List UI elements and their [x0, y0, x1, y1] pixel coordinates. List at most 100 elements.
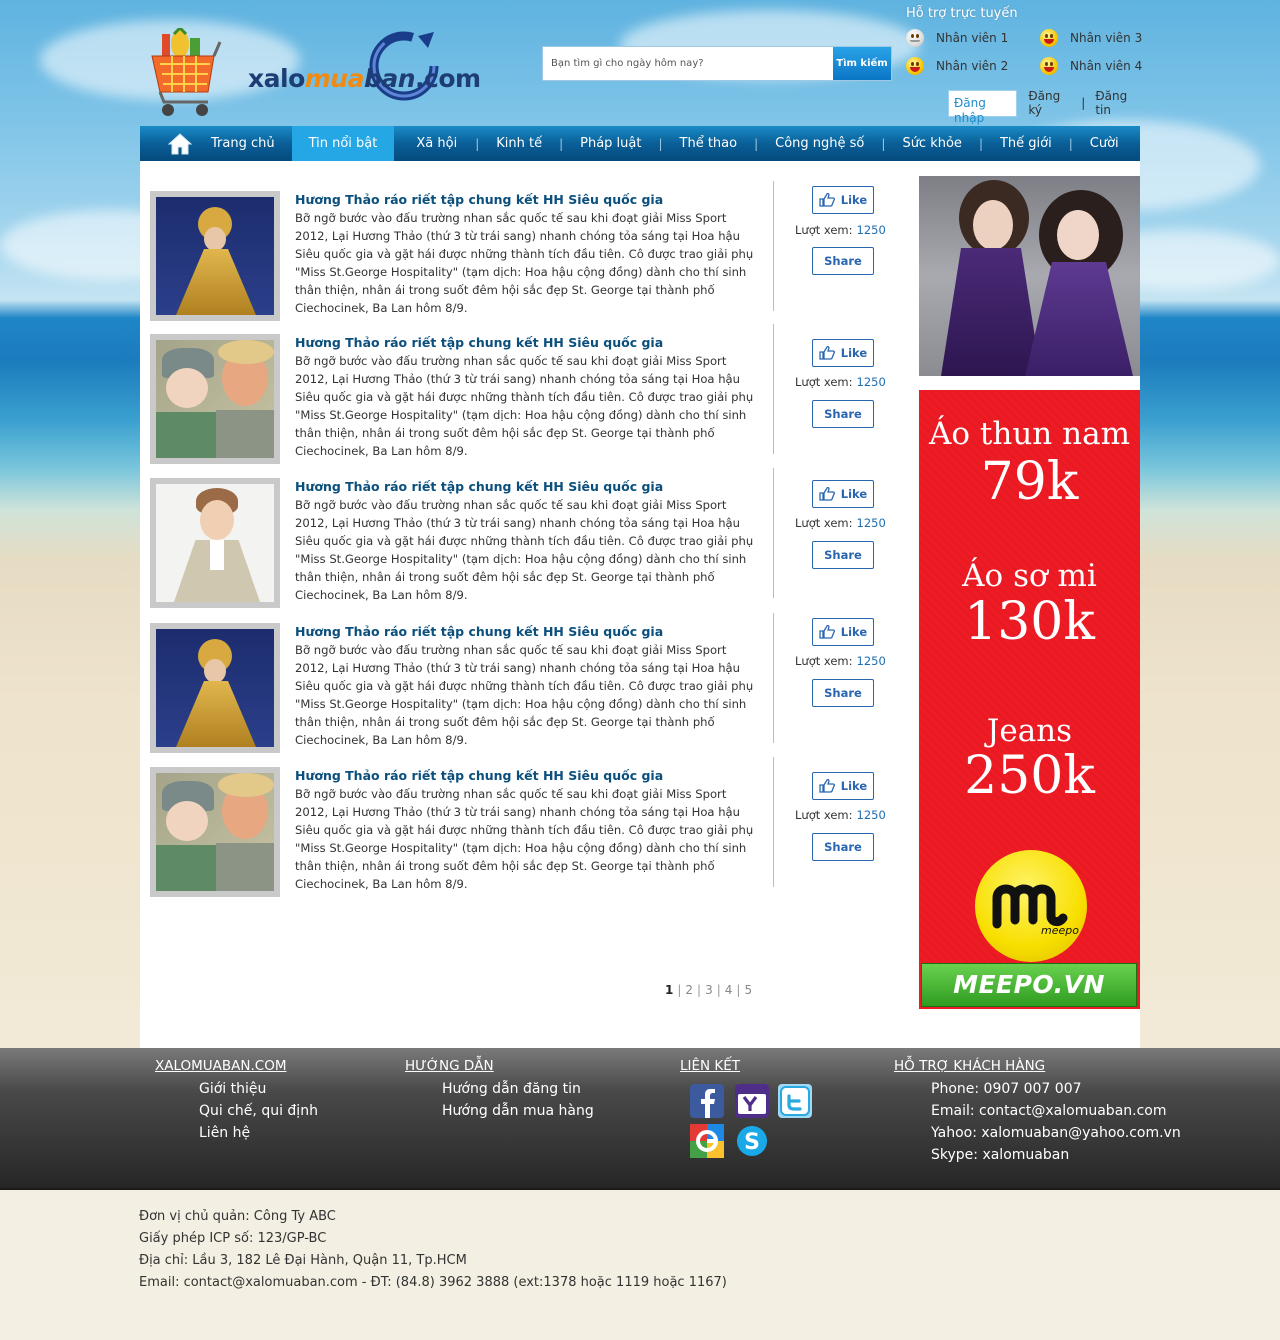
share-button[interactable]: Share [812, 679, 874, 707]
page-link[interactable]: 5 [744, 983, 752, 997]
article-thumbnail[interactable] [150, 478, 280, 608]
register-link[interactable]: Đăng ký [1028, 89, 1071, 117]
ad-price: 130k [964, 592, 1095, 652]
site-logo[interactable]: xalomuaban.com [150, 24, 481, 120]
home-icon[interactable] [159, 126, 201, 161]
footer-col-support: HỖ TRỢ KHÁCH HÀNG Phone: 0907 007 007 Em… [894, 1058, 1181, 1166]
nav-economy[interactable]: Kinh tế [479, 126, 559, 161]
ad-text: Áo thun nam [929, 416, 1130, 452]
nav-home[interactable]: Trang chủ [201, 126, 292, 161]
main-nav: Trang chủ Tin nổi bật Xã hội | Kinh tế |… [140, 126, 1140, 161]
article-thumbnail[interactable] [150, 767, 280, 897]
skype-icon[interactable]: S [735, 1124, 769, 1158]
ao-dai-photo [156, 197, 274, 315]
footer-link[interactable]: Giới thiệu [199, 1078, 318, 1100]
company-address: Địa chỉ: Lầu 3, 182 Lê Đại Hành, Quận 11… [139, 1253, 467, 1268]
footer-heading: XALOMUABAN.COM [155, 1058, 287, 1074]
nav-health[interactable]: Sức khỏe [885, 126, 979, 161]
page-link[interactable]: 4 [725, 983, 733, 997]
search-input[interactable] [543, 47, 833, 80]
article-item: Hương Thảo ráo riết tập chung kết HH Siê… [150, 757, 910, 907]
auth-links: Đăng nhập Đăng ký | Đăng tin [948, 89, 1140, 125]
yahoo-status-offline-icon [906, 29, 924, 47]
footer-link[interactable]: Liên hệ [199, 1122, 318, 1144]
nav-technology[interactable]: Công nghệ số [758, 126, 881, 161]
article-thumbnail[interactable] [150, 191, 280, 321]
ad-price: 79k [980, 452, 1079, 512]
nav-funny[interactable]: Cười [1073, 126, 1136, 161]
staff-name: Nhân viên 3 [1070, 31, 1143, 45]
page-link[interactable]: 1 [665, 983, 673, 997]
like-label: Like [840, 779, 868, 793]
nav-society[interactable]: Xã hội [394, 126, 475, 161]
footer-link[interactable]: Hướng dẫn đăng tin [442, 1078, 594, 1100]
divider [773, 468, 774, 598]
company-owner: Đơn vị chủ quản: Công Ty ABC [139, 1209, 336, 1224]
like-button[interactable]: Like [812, 480, 874, 508]
article-summary: Bỡ ngỡ bước vào đấu trường nhan sắc quốc… [295, 354, 754, 458]
auth-separator: | [1081, 96, 1086, 110]
article-title[interactable]: Hương Thảo ráo riết tập chung kết HH Siê… [295, 479, 755, 494]
staff-name: Nhân viên 4 [1070, 59, 1143, 73]
staff-contact[interactable]: Nhân viên 2 [906, 57, 1008, 75]
page-link[interactable]: 3 [705, 983, 713, 997]
article-title[interactable]: Hương Thảo ráo riết tập chung kết HH Siê… [295, 335, 755, 350]
article-title[interactable]: Hương Thảo ráo riết tập chung kết HH Siê… [295, 624, 755, 639]
divider [773, 181, 774, 311]
share-button[interactable]: Share [812, 541, 874, 569]
share-button[interactable]: Share [812, 400, 874, 428]
like-button[interactable]: Like [812, 772, 874, 800]
like-button[interactable]: Like [812, 339, 874, 367]
login-link[interactable]: Đăng nhập [948, 89, 1018, 125]
article-title[interactable]: Hương Thảo ráo riết tập chung kết HH Siê… [295, 768, 755, 783]
thumbs-up-icon [819, 487, 835, 501]
twitter-icon[interactable] [778, 1084, 812, 1118]
article-item: Hương Thảo ráo riết tập chung kết HH Siê… [150, 181, 910, 331]
nav-featured[interactable]: Tin nổi bật [291, 126, 395, 161]
company-info: Đơn vị chủ quản: Công Ty ABC Giấy phép I… [139, 1206, 727, 1294]
article-title[interactable]: Hương Thảo ráo riết tập chung kết HH Siê… [295, 192, 755, 207]
footer-col-site: XALOMUABAN.COM Giới thiệu Qui chế, qui đ… [155, 1058, 318, 1144]
article-thumbnail[interactable] [150, 623, 280, 753]
thumbs-up-icon [819, 346, 835, 360]
father-child-photo [156, 773, 274, 891]
view-count: Lượt xem: 1250 [795, 808, 886, 822]
yahoo-icon[interactable] [735, 1084, 769, 1118]
article-thumbnail[interactable] [150, 334, 280, 464]
page-link[interactable]: 2 [685, 983, 693, 997]
footer-heading: HƯỚNG DẪN [405, 1058, 494, 1074]
clothing-sale-ad-banner[interactable]: Áo thun nam 79k Áo sơ mi 130k Jeans 250k… [919, 390, 1140, 1009]
nav-law[interactable]: Pháp luật [563, 126, 658, 161]
footer-link[interactable]: Qui chế, qui định [199, 1100, 318, 1122]
content-panel: Hương Thảo ráo riết tập chung kết HH Siê… [140, 161, 1140, 1048]
staff-contact[interactable]: Nhân viên 3 [1040, 29, 1142, 47]
article-item: Hương Thảo ráo riết tập chung kết HH Siê… [150, 613, 910, 763]
support-email: Email: contact@xalomuaban.com [931, 1103, 1167, 1119]
facebook-icon[interactable] [690, 1084, 724, 1118]
post-ad-link[interactable]: Đăng tin [1095, 89, 1140, 117]
share-button[interactable]: Share [812, 247, 874, 275]
google-icon[interactable] [690, 1124, 724, 1158]
ad-text: Jeans [986, 713, 1073, 749]
like-label: Like [840, 487, 868, 501]
like-button[interactable]: Like [812, 618, 874, 646]
footer-link[interactable]: Hướng dẫn mua hàng [442, 1100, 594, 1122]
header: xalomuaban.com Tìm kiếm Hỗ trợ trực tuyế… [140, 0, 1142, 126]
share-button[interactable]: Share [812, 833, 874, 861]
logo-text: xalomuaban.com [248, 64, 481, 93]
search-button[interactable]: Tìm kiếm [833, 47, 891, 80]
staff-contact[interactable]: Nhân viên 4 [1040, 57, 1142, 75]
staff-contact[interactable]: Nhân viên 1 [906, 29, 1008, 47]
staff-name: Nhân viên 1 [936, 31, 1009, 45]
divider [773, 757, 774, 887]
nav-sports[interactable]: Thể thao [663, 126, 755, 161]
like-label: Like [840, 346, 868, 360]
like-button[interactable]: Like [812, 186, 874, 214]
like-label: Like [840, 193, 868, 207]
support-skype: Skype: xalomuaban [931, 1147, 1070, 1163]
staff-name: Nhân viên 2 [936, 59, 1009, 73]
nav-world[interactable]: Thế giới [983, 126, 1069, 161]
footer: XALOMUABAN.COM Giới thiệu Qui chế, qui đ… [0, 1048, 1280, 1190]
yahoo-status-online-icon [906, 57, 924, 75]
fashion-ad-banner[interactable] [919, 176, 1140, 376]
